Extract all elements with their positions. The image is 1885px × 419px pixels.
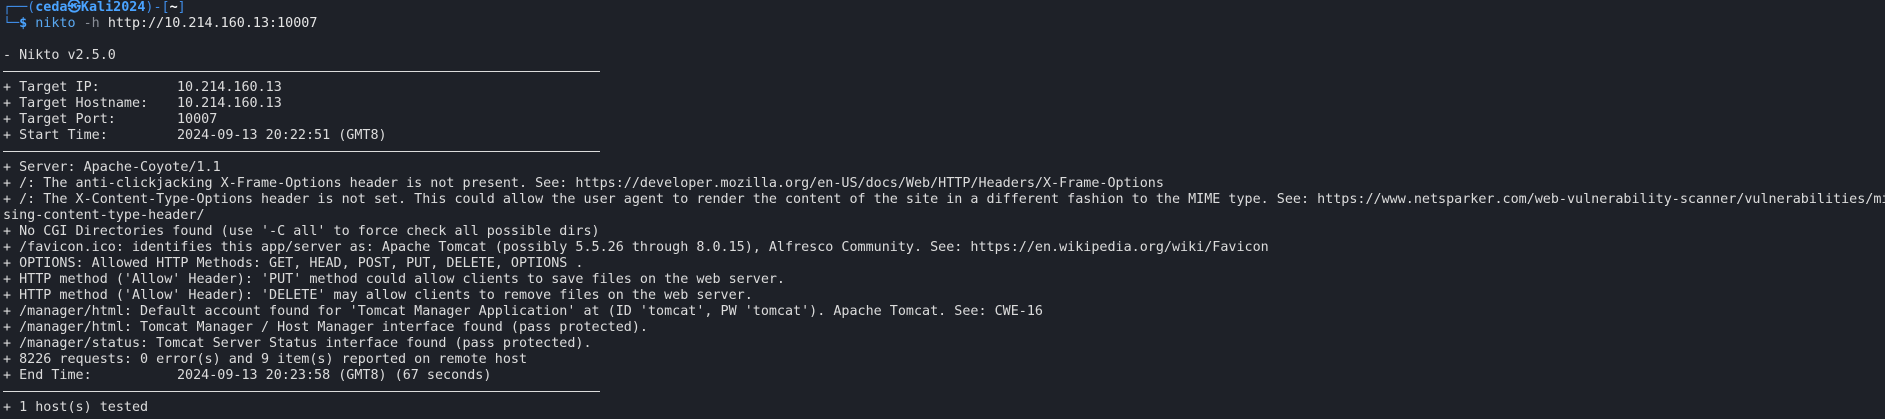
- finding-line: + HTTP method ('Allow' Header): 'PUT' me…: [3, 272, 785, 287]
- finding-line: + /favicon.ico: identifies this app/serv…: [3, 240, 1269, 255]
- separator-line: [3, 144, 1885, 160]
- start-time-label: + Start Time:: [3, 128, 108, 143]
- prompt-host: Kali2024: [80, 0, 146, 15]
- prompt-path: ~: [169, 0, 178, 15]
- prompt-mid: )-[: [145, 0, 170, 15]
- start-time-value: 2024-09-13 20:22:51 (GMT8): [177, 128, 387, 143]
- finding-line: + Server: Apache-Coyote/1.1: [3, 160, 221, 175]
- target-ip-label: + Target IP:: [3, 80, 100, 95]
- finding-line: + /manager/html: Tomcat Manager / Host M…: [3, 320, 648, 335]
- prompt-close: ]: [177, 0, 186, 15]
- finding-line: + /: The X-Content-Type-Options header i…: [3, 192, 1885, 207]
- finding-line: + No CGI Directories found (use '-C all'…: [3, 224, 600, 239]
- nikto-version: - Nikto v2.5.0: [3, 48, 116, 63]
- finding-line: + HTTP method ('Allow' Header): 'DELETE'…: [3, 288, 753, 303]
- end-time-value: 2024-09-13 20:23:58 (GMT8) (67 seconds): [177, 368, 492, 383]
- finding-line: + /manager/status: Tomcat Server Status …: [3, 336, 592, 351]
- end-time-row: + End Time: 2024-09-13 20:23:58 (GMT8) (6…: [3, 368, 1885, 384]
- target-port-row: + Target Port: 10007: [3, 112, 1885, 128]
- finding-line: sing-content-type-header/: [3, 208, 205, 223]
- prompt-user: ceda: [35, 0, 68, 15]
- separator-line: [3, 384, 1885, 400]
- prompt-corner-top: ┌──(: [3, 0, 36, 15]
- finding-line: + /: The anti-clickjacking X-Frame-Optio…: [3, 176, 1164, 191]
- command-flag: -h: [75, 16, 108, 31]
- prompt-dollar: $: [19, 16, 36, 31]
- target-ip-row: + Target IP: 10.214.160.13: [3, 80, 1885, 96]
- target-port-label: + Target Port:: [3, 112, 116, 127]
- finding-line: + OPTIONS: Allowed HTTP Methods: GET, HE…: [3, 256, 584, 271]
- prompt-at-symbol: ㉿: [67, 0, 81, 15]
- command-target-url: http://10.214.160.13:10007: [107, 16, 318, 31]
- target-port-value: 10007: [177, 112, 218, 127]
- end-time-label: + End Time:: [3, 368, 92, 383]
- target-hostname-value: 10.214.160.13: [177, 96, 282, 111]
- target-ip-value: 10.214.160.13: [177, 80, 282, 95]
- prompt-corner-bottom: └─: [3, 16, 20, 31]
- target-hostname-row: + Target Hostname: 10.214.160.13: [3, 96, 1885, 112]
- separator-line: [3, 64, 1885, 80]
- finding-line: + /manager/html: Default account found f…: [3, 304, 1043, 319]
- start-time-row: + Start Time: 2024-09-13 20:22:51 (GMT8): [3, 128, 1885, 144]
- prompt-header-line: ┌──(ceda㉿Kali2024)-[~]: [3, 0, 1885, 16]
- command-line: └─$ nikto -h http://10.214.160.13:10007: [3, 16, 1885, 32]
- hosts-tested-line: + 1 host(s) tested: [3, 400, 149, 415]
- target-hostname-label: + Target Hostname:: [3, 96, 149, 111]
- command-name: nikto: [35, 16, 76, 31]
- finding-line: + 8226 requests: 0 error(s) and 9 item(s…: [3, 352, 528, 367]
- terminal-output[interactable]: ┌──(ceda㉿Kali2024)-[~] └─$ nikto -h http…: [3, 0, 1885, 416]
